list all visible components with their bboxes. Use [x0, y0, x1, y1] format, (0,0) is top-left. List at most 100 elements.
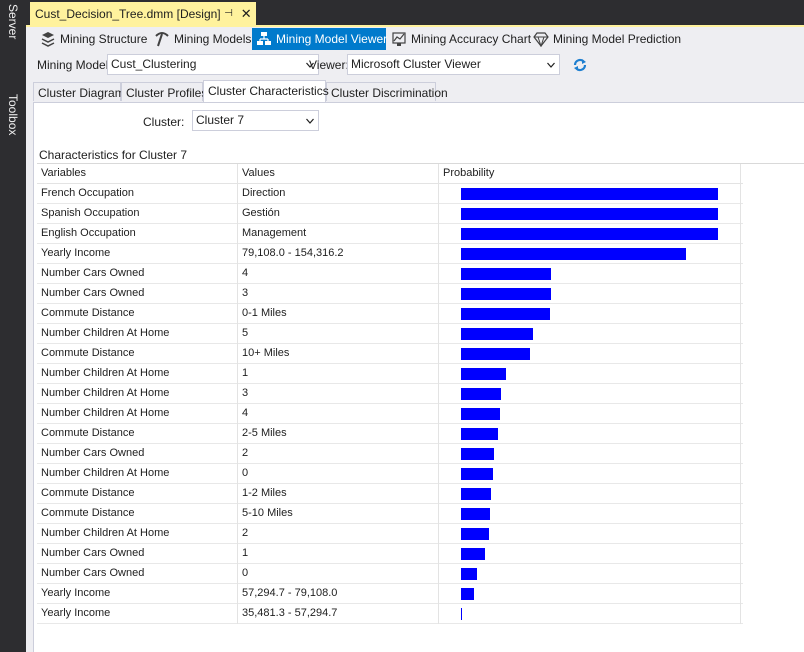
probability-bar: [461, 428, 498, 440]
table-row[interactable]: Commute Distance 0-1 Miles: [37, 304, 743, 324]
value-cell: 1: [238, 364, 439, 384]
probability-cell: [439, 424, 741, 444]
server-explorer-tab[interactable]: Server Explorer: [3, 2, 23, 84]
mining-model-viewer-button[interactable]: Mining Model Viewer: [252, 28, 388, 50]
toolbox-tab[interactable]: Toolbox: [3, 92, 23, 140]
table-row[interactable]: Spanish Occupation Gestión: [37, 204, 743, 224]
cluster-label: Cluster:: [143, 115, 185, 129]
table-row[interactable]: Number Children At Home 3: [37, 384, 743, 404]
table-row[interactable]: Commute Distance 5-10 Miles: [37, 504, 743, 524]
table-row[interactable]: Number Cars Owned 3: [37, 284, 743, 304]
pin-icon[interactable]: ⊣: [221, 6, 237, 22]
value-cell: Direction: [238, 184, 439, 204]
mining-structure-icon: [41, 32, 55, 47]
table-row[interactable]: Number Children At Home 0: [37, 464, 743, 484]
characteristics-grid: Variables Values Probability French Occu…: [37, 163, 804, 624]
probability-cell: [439, 584, 741, 604]
table-row[interactable]: Yearly Income 35,481.3 - 57,294.7: [37, 604, 743, 624]
document-tab-bar: Cust_Decision_Tree.dmm [Design] ⊣ ✕: [26, 0, 804, 26]
variable-cell: Number Cars Owned: [37, 564, 238, 584]
cluster-dropdown[interactable]: Cluster 7: [192, 110, 319, 131]
mining-models-button[interactable]: Mining Models: [150, 28, 256, 50]
table-row[interactable]: Commute Distance 2-5 Miles: [37, 424, 743, 444]
probability-cell: [439, 304, 741, 324]
probability-bar: [461, 528, 489, 540]
table-row[interactable]: Number Children At Home 4: [37, 404, 743, 424]
variable-cell: Yearly Income: [37, 244, 238, 264]
table-row[interactable]: Yearly Income 79,108.0 - 154,316.2: [37, 244, 743, 264]
probability-cell: [439, 204, 741, 224]
probability-cell: [439, 504, 741, 524]
variable-cell: Number Children At Home: [37, 364, 238, 384]
probability-bar: [461, 268, 551, 280]
variable-cell: English Occupation: [37, 224, 238, 244]
column-header-probability[interactable]: Probability: [439, 164, 741, 184]
value-cell: 4: [238, 404, 439, 424]
probability-cell: [439, 364, 741, 384]
table-row[interactable]: Commute Distance 10+ Miles: [37, 344, 743, 364]
mining-model-prediction-button[interactable]: Mining Model Prediction: [529, 28, 686, 50]
variable-cell: Commute Distance: [37, 304, 238, 324]
value-cell: 35,481.3 - 57,294.7: [238, 604, 439, 624]
side-tool-strip: Server Explorer Toolbox: [0, 0, 26, 652]
table-row[interactable]: Commute Distance 1-2 Miles: [37, 484, 743, 504]
tab-cluster-diagram[interactable]: Cluster Diagram: [33, 82, 125, 101]
value-cell: 0: [238, 564, 439, 584]
probability-cell: [439, 564, 741, 584]
tab-cluster-characteristics[interactable]: Cluster Characteristics: [203, 80, 329, 102]
value-cell: 5-10 Miles: [238, 504, 439, 524]
table-row[interactable]: English Occupation Management: [37, 224, 743, 244]
variable-cell: French Occupation: [37, 184, 238, 204]
probability-bar: [461, 348, 530, 360]
column-header-values[interactable]: Values: [238, 164, 439, 184]
variable-cell: Number Children At Home: [37, 384, 238, 404]
probability-bar: [461, 468, 493, 480]
value-cell: 2: [238, 524, 439, 544]
close-icon[interactable]: ✕: [238, 6, 254, 22]
probability-bar: [461, 248, 686, 260]
mining-structure-button[interactable]: Mining Structure: [36, 28, 152, 50]
column-header-variables[interactable]: Variables: [37, 164, 238, 184]
document-tab-title: Cust_Decision_Tree.dmm [Design]: [35, 6, 221, 21]
tab-cluster-discrimination[interactable]: Cluster Discrimination: [326, 82, 448, 101]
table-row[interactable]: Number Cars Owned 4: [37, 264, 743, 284]
value-cell: Management: [238, 224, 439, 244]
designer-main: Cust_Decision_Tree.dmm [Design] ⊣ ✕ Mini…: [26, 0, 804, 652]
mining-model-prediction-label: Mining Model Prediction: [553, 32, 682, 46]
probability-cell: [439, 484, 741, 504]
probability-bar: [461, 408, 500, 420]
viewer-dropdown[interactable]: Microsoft Cluster Viewer: [347, 54, 560, 75]
mining-model-viewer-label: Mining Model Viewer: [276, 32, 388, 46]
table-row[interactable]: Yearly Income 57,294.7 - 79,108.0: [37, 584, 743, 604]
probability-cell: [439, 284, 741, 304]
variable-cell: Number Cars Owned: [37, 284, 238, 304]
probability-bar: [461, 188, 718, 200]
probability-bar: [461, 548, 485, 560]
grid-header-row: Variables Values Probability: [37, 164, 743, 184]
accuracy-chart-icon: [392, 32, 406, 46]
probability-cell: [439, 604, 741, 624]
probability-cell: [439, 264, 741, 284]
variable-cell: Commute Distance: [37, 344, 238, 364]
table-row[interactable]: French Occupation Direction: [37, 184, 743, 204]
probability-cell: [439, 464, 741, 484]
value-cell: 0-1 Miles: [238, 304, 439, 324]
value-cell: 2: [238, 444, 439, 464]
value-cell: Gestión: [238, 204, 439, 224]
table-row[interactable]: Number Cars Owned 0: [37, 564, 743, 584]
refresh-button[interactable]: [571, 56, 589, 74]
table-row[interactable]: Number Cars Owned 2: [37, 444, 743, 464]
diamond-icon: [533, 32, 549, 47]
probability-cell: [439, 544, 741, 564]
document-tab[interactable]: Cust_Decision_Tree.dmm [Design] ⊣ ✕: [30, 2, 256, 25]
table-row[interactable]: Number Children At Home 1: [37, 364, 743, 384]
probability-bar: [461, 588, 474, 600]
table-row[interactable]: Number Children At Home 2: [37, 524, 743, 544]
mining-model-dropdown[interactable]: Cust_Clustering: [107, 54, 319, 75]
mining-accuracy-chart-button[interactable]: Mining Accuracy Chart: [387, 28, 536, 50]
probability-cell: [439, 184, 741, 204]
table-row[interactable]: Number Cars Owned 1: [37, 544, 743, 564]
value-cell: 57,294.7 - 79,108.0: [238, 584, 439, 604]
tab-cluster-profiles[interactable]: Cluster Profiles: [121, 82, 207, 101]
table-row[interactable]: Number Children At Home 5: [37, 324, 743, 344]
